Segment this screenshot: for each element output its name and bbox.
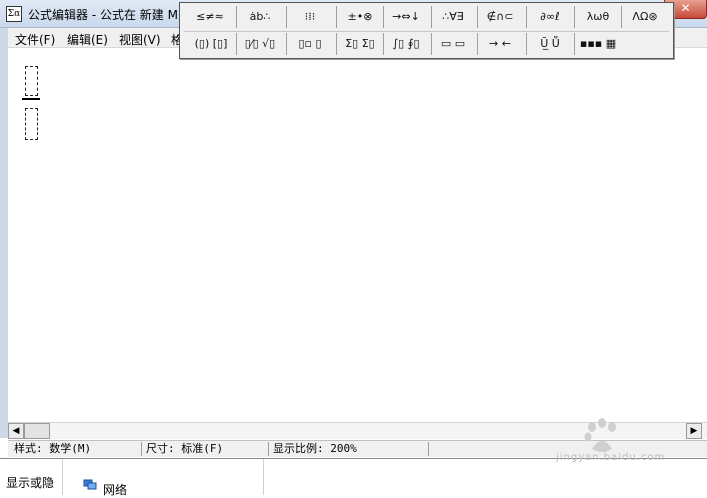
equation-editor-app-icon[interactable]: Σα [6, 6, 22, 22]
greek-uppercase-button[interactable]: ΛΩ⊛ [624, 6, 666, 28]
relational-symbols-button[interactable]: ≤≠≈ [190, 6, 230, 28]
pane-divider [62, 459, 63, 495]
left-frame-border [0, 28, 8, 438]
network-label[interactable]: 网络 [103, 481, 127, 498]
set-theory-symbols-button[interactable]: ∉∩⊂ [480, 6, 520, 28]
arrow-symbols-button[interactable]: →⇔↓ [385, 6, 427, 28]
operator-symbols-button[interactable]: ±•⊗ [340, 6, 380, 28]
status-style: 样式: 数学(M) [10, 442, 142, 456]
watermark-text: jingyan.baidu.com [556, 452, 666, 463]
fraction-bar [22, 98, 40, 100]
denominator-slot[interactable] [25, 108, 38, 140]
scroll-left-button[interactable]: ◀ [8, 423, 24, 439]
network-icon [83, 479, 97, 490]
embellishments-button[interactable]: ⁝⁞⁝ [290, 6, 330, 28]
menu-view[interactable]: 视图(V) [119, 31, 161, 48]
scroll-right-button[interactable]: ▶ [686, 423, 702, 439]
palette-separator [286, 6, 287, 28]
scroll-thumb[interactable] [24, 423, 50, 439]
palette-separator [383, 6, 384, 28]
palette-row-divider [184, 31, 669, 32]
logical-symbols-button[interactable]: ∴∀∃ [433, 6, 473, 28]
numerator-slot[interactable] [25, 66, 38, 96]
menu-file[interactable]: 文件(F) [15, 31, 55, 48]
palette-separator [336, 6, 337, 28]
palette-separator [526, 6, 527, 28]
status-zoom: 显示比例: 200% [269, 442, 429, 456]
palette-separator [431, 6, 432, 28]
palette-separator [574, 6, 575, 28]
window-title: 公式编辑器 - 公式在 新建 M [28, 8, 178, 22]
spaces-ellipses-button[interactable]: ȧb∴ [240, 6, 280, 28]
palette-separator [236, 6, 237, 28]
greek-lowercase-button[interactable]: λωθ [578, 6, 618, 28]
misc-symbols-button[interactable]: ∂∞ℓ [530, 6, 570, 28]
menu-edit[interactable]: 编辑(E) [67, 31, 108, 48]
pane-divider [263, 459, 264, 495]
status-size: 尺寸: 标准(F) [142, 442, 269, 456]
palette-separator [477, 6, 478, 28]
show-hide-label[interactable]: 显示或隐 [6, 474, 54, 491]
palette-separator [621, 6, 622, 28]
equation-canvas[interactable] [8, 48, 707, 422]
